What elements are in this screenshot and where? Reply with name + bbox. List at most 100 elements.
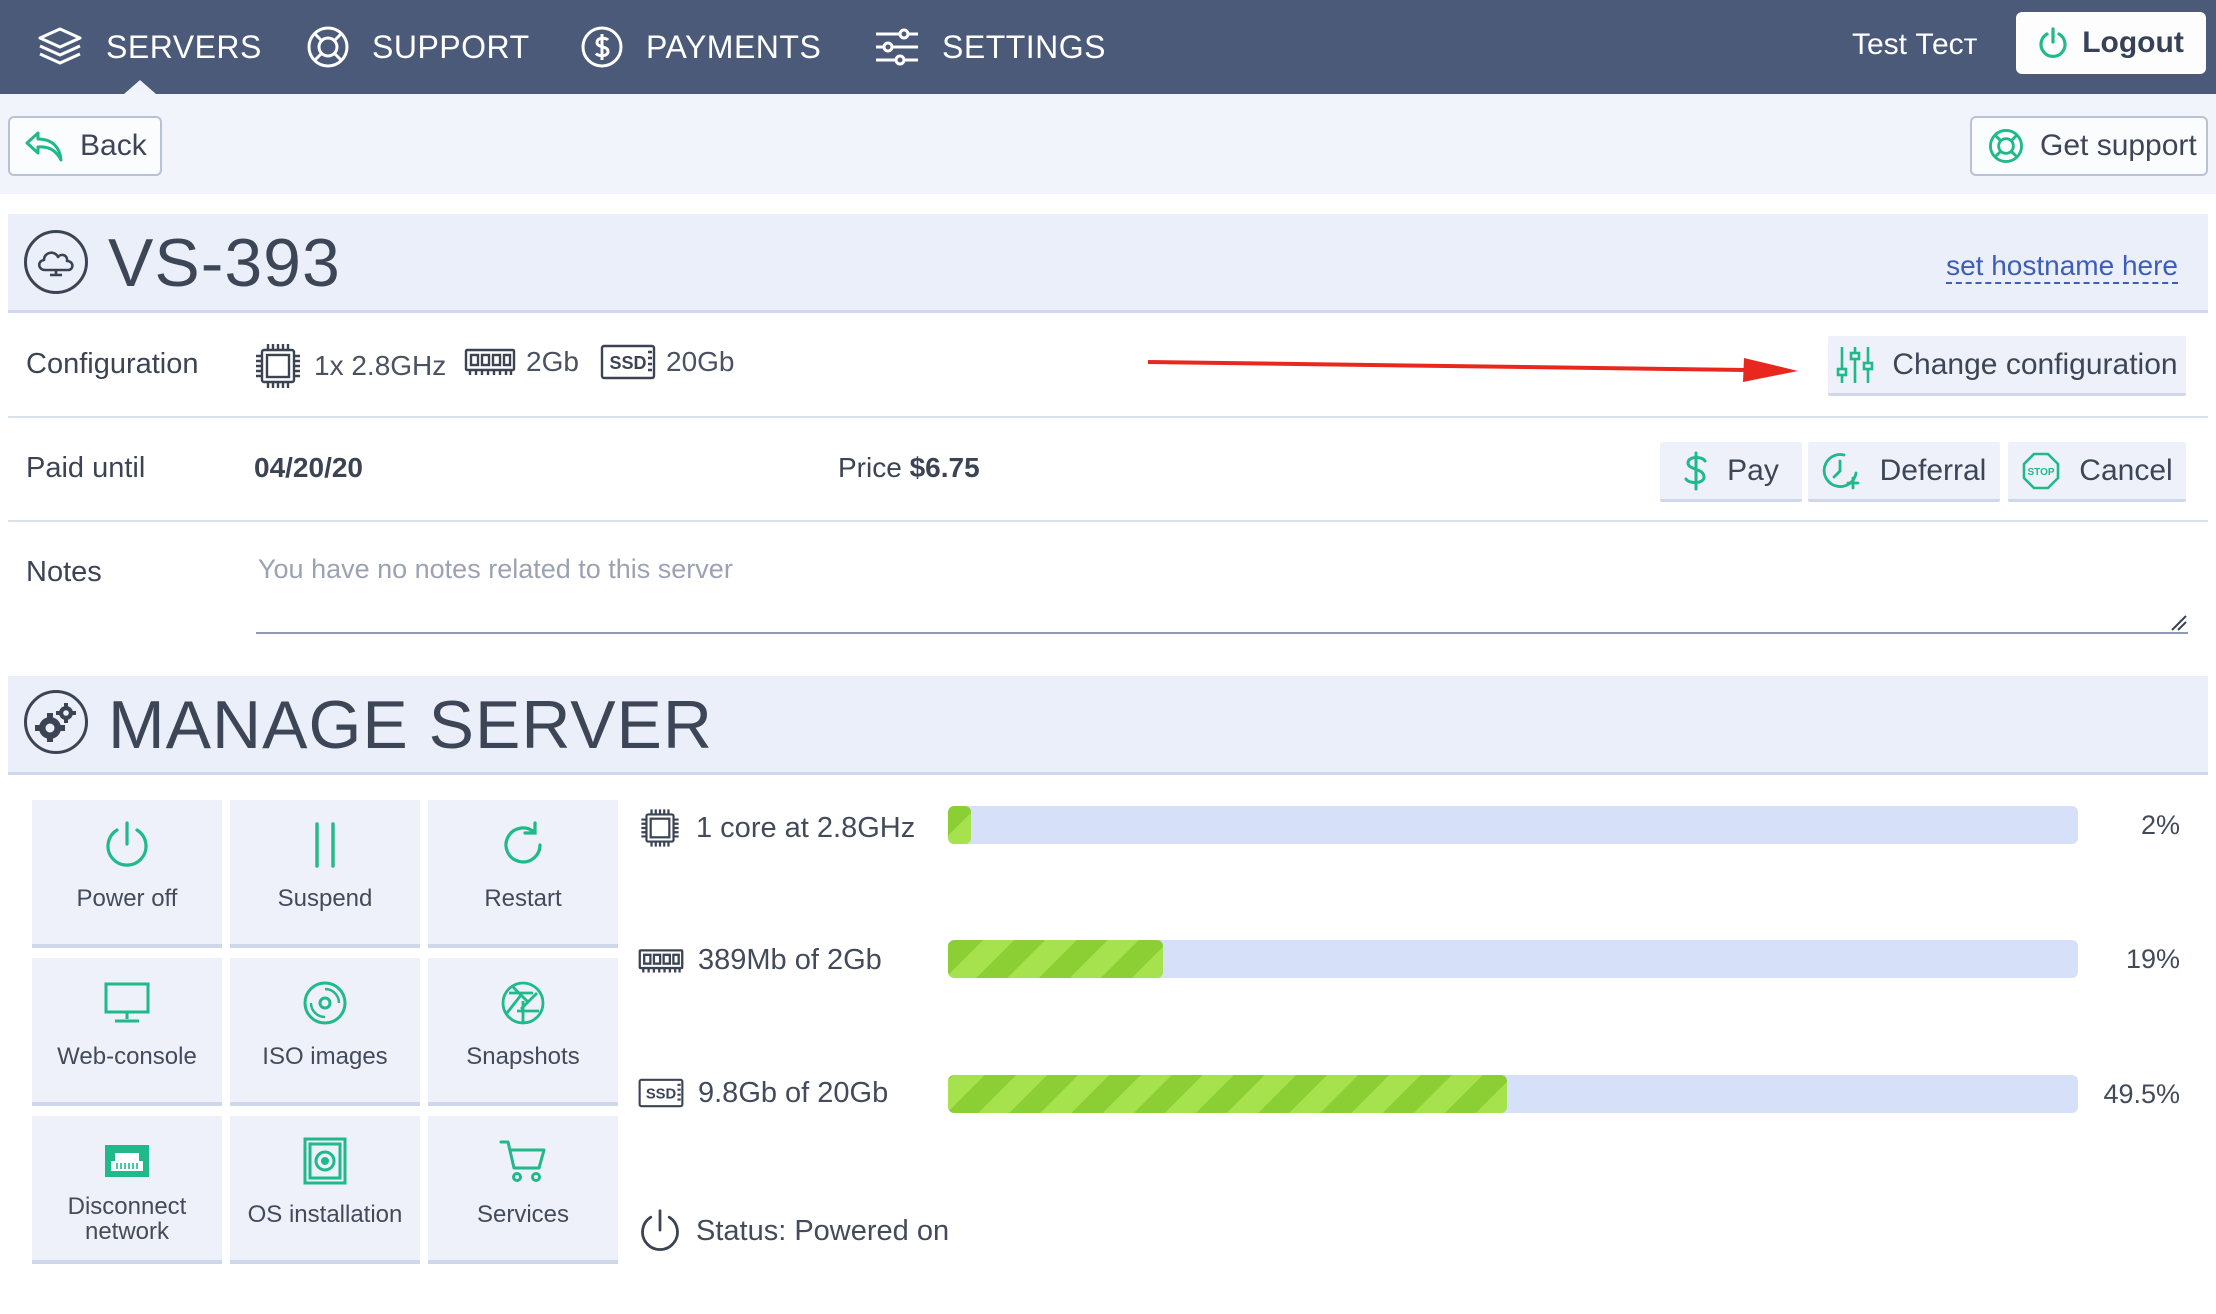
camera-aperture-icon xyxy=(499,974,547,1032)
divider xyxy=(8,416,2208,418)
price-value: $6.75 xyxy=(909,452,980,483)
suspend-tile[interactable]: Suspend xyxy=(230,800,420,948)
deferral-label: Deferral xyxy=(1879,453,1987,487)
status-text: Status: Powered on xyxy=(696,1214,950,1247)
power-off-tile[interactable]: Power off xyxy=(32,800,222,948)
pay-button[interactable]: Pay xyxy=(1660,442,1802,502)
top-navigation-bar: SERVERS SUPPORT PAYMENTS SETTINGS Test Т… xyxy=(0,0,2216,94)
ram-module-icon xyxy=(638,945,684,977)
clock-plus-icon xyxy=(1822,451,1862,491)
manage-server-title: MANAGE SERVER xyxy=(108,687,714,763)
get-support-label: Get support xyxy=(2040,129,2197,162)
price-display: Price $6.75 xyxy=(838,452,980,484)
server-status: Status: Powered on xyxy=(638,1208,949,1254)
resource-label: 389Mb of 2Gb xyxy=(698,944,882,976)
back-button[interactable]: Back xyxy=(8,116,162,176)
disk-usage-bar xyxy=(948,1075,2078,1113)
monitor-icon xyxy=(103,974,151,1032)
ssd-icon: SSD xyxy=(600,342,656,382)
ram-module-icon xyxy=(464,344,516,380)
price-label: Price xyxy=(838,452,902,483)
lifebuoy-icon xyxy=(1988,128,2024,164)
nav-label: SERVERS xyxy=(106,28,262,65)
ram-usage-percent: 19% xyxy=(2125,944,2180,974)
gears-icon xyxy=(24,690,88,754)
tile-label: ISO images xyxy=(262,1043,388,1070)
stop-sign-icon: STOP xyxy=(2021,451,2061,491)
cpu-usage-label: 1 core at 2.8GHz xyxy=(638,806,915,850)
lifebuoy-icon xyxy=(306,25,350,69)
os-installation-tile[interactable]: OS installation xyxy=(230,1116,420,1264)
notes-label: Notes xyxy=(26,556,102,588)
nav-label: PAYMENTS xyxy=(646,28,822,65)
tile-label: Disconnect network xyxy=(67,1193,187,1245)
svg-text:SSD: SSD xyxy=(646,1087,677,1103)
nav-item-payments[interactable]: PAYMENTS xyxy=(580,0,821,94)
deferral-button[interactable]: Deferral xyxy=(1808,442,2000,502)
disk-usage-fill xyxy=(948,1075,1508,1113)
web-console-tile[interactable]: Web-console xyxy=(32,958,222,1106)
snapshots-tile[interactable]: Snapshots xyxy=(428,958,618,1106)
tile-label: Restart xyxy=(484,885,562,912)
ram-usage-bar xyxy=(948,940,2078,978)
power-icon xyxy=(104,816,150,874)
cpu-usage-percent: 2% xyxy=(2140,810,2180,840)
ram-spec: 2Gb xyxy=(464,344,579,380)
pause-icon xyxy=(310,816,340,874)
ram-usage-fill xyxy=(948,940,1163,978)
resource-label: 1 core at 2.8GHz xyxy=(696,811,916,844)
tile-label: Web-console xyxy=(57,1043,197,1070)
cpu-spec-value: 1x 2.8GHz xyxy=(314,350,447,381)
disk-drive-icon xyxy=(302,1132,348,1190)
nav-item-support[interactable]: SUPPORT xyxy=(306,0,530,94)
change-configuration-button[interactable]: Change configuration xyxy=(1828,336,2186,396)
cpu-spec: 1x 2.8GHz xyxy=(252,340,446,392)
cpu-chip-icon xyxy=(252,340,304,392)
cpu-chip-icon xyxy=(638,806,682,850)
active-nav-caret xyxy=(124,80,156,94)
shopping-cart-icon xyxy=(499,1132,547,1190)
nav-label: SUPPORT xyxy=(372,28,530,65)
disc-icon xyxy=(301,974,349,1032)
nav-item-settings[interactable]: SETTINGS xyxy=(874,0,1106,94)
configuration-label: Configuration xyxy=(26,348,199,380)
tile-label: Snapshots xyxy=(466,1043,580,1070)
change-configuration-label: Change configuration xyxy=(1892,347,2178,381)
ssd-icon: SSD xyxy=(638,1076,684,1110)
pay-label: Pay xyxy=(1727,453,1779,487)
logout-label: Logout xyxy=(2082,26,2184,59)
cpu-usage-bar xyxy=(948,806,2078,844)
get-support-button[interactable]: Get support xyxy=(1970,116,2208,176)
iso-images-tile[interactable]: ISO images xyxy=(230,958,420,1106)
logout-button[interactable]: Logout xyxy=(2016,12,2206,74)
toolbar: Back Get support xyxy=(0,94,2216,194)
annotation-arrow xyxy=(1146,354,1806,382)
cpu-usage-fill xyxy=(948,806,971,844)
sliders-icon xyxy=(874,27,920,67)
server-header: VS-393 set hostname here xyxy=(8,214,2208,313)
ram-usage-label: 389Mb of 2Gb xyxy=(638,944,882,977)
tile-label: Power off xyxy=(76,885,178,912)
disconnect-network-tile[interactable]: Disconnect network xyxy=(32,1116,222,1264)
resize-handle-icon[interactable] xyxy=(2170,614,2188,632)
tile-label: OS installation xyxy=(247,1201,403,1228)
divider xyxy=(8,520,2208,522)
cancel-button[interactable]: STOP Cancel xyxy=(2008,442,2186,502)
tile-label: Services xyxy=(476,1201,570,1228)
nav-label: SETTINGS xyxy=(942,28,1107,65)
set-hostname-link[interactable]: set hostname here xyxy=(1946,250,2178,284)
restart-tile[interactable]: Restart xyxy=(428,800,618,948)
dollar-icon xyxy=(1683,451,1709,491)
paid-until-value: 04/20/20 xyxy=(254,452,363,483)
restart-icon xyxy=(498,816,548,874)
notes-textarea[interactable] xyxy=(256,546,2188,634)
cloud-icon xyxy=(24,230,88,294)
disk-usage-percent: 49.5% xyxy=(2103,1079,2180,1109)
cancel-label: Cancel xyxy=(2079,453,2173,487)
manage-server-header: MANAGE SERVER xyxy=(8,676,2208,775)
user-name[interactable]: Test Тест xyxy=(1852,28,1977,62)
paid-until-label: Paid until xyxy=(26,452,146,484)
disk-spec: SSD 20Gb xyxy=(600,342,735,382)
tile-label: Suspend xyxy=(277,885,373,912)
services-tile[interactable]: Services xyxy=(428,1116,618,1264)
